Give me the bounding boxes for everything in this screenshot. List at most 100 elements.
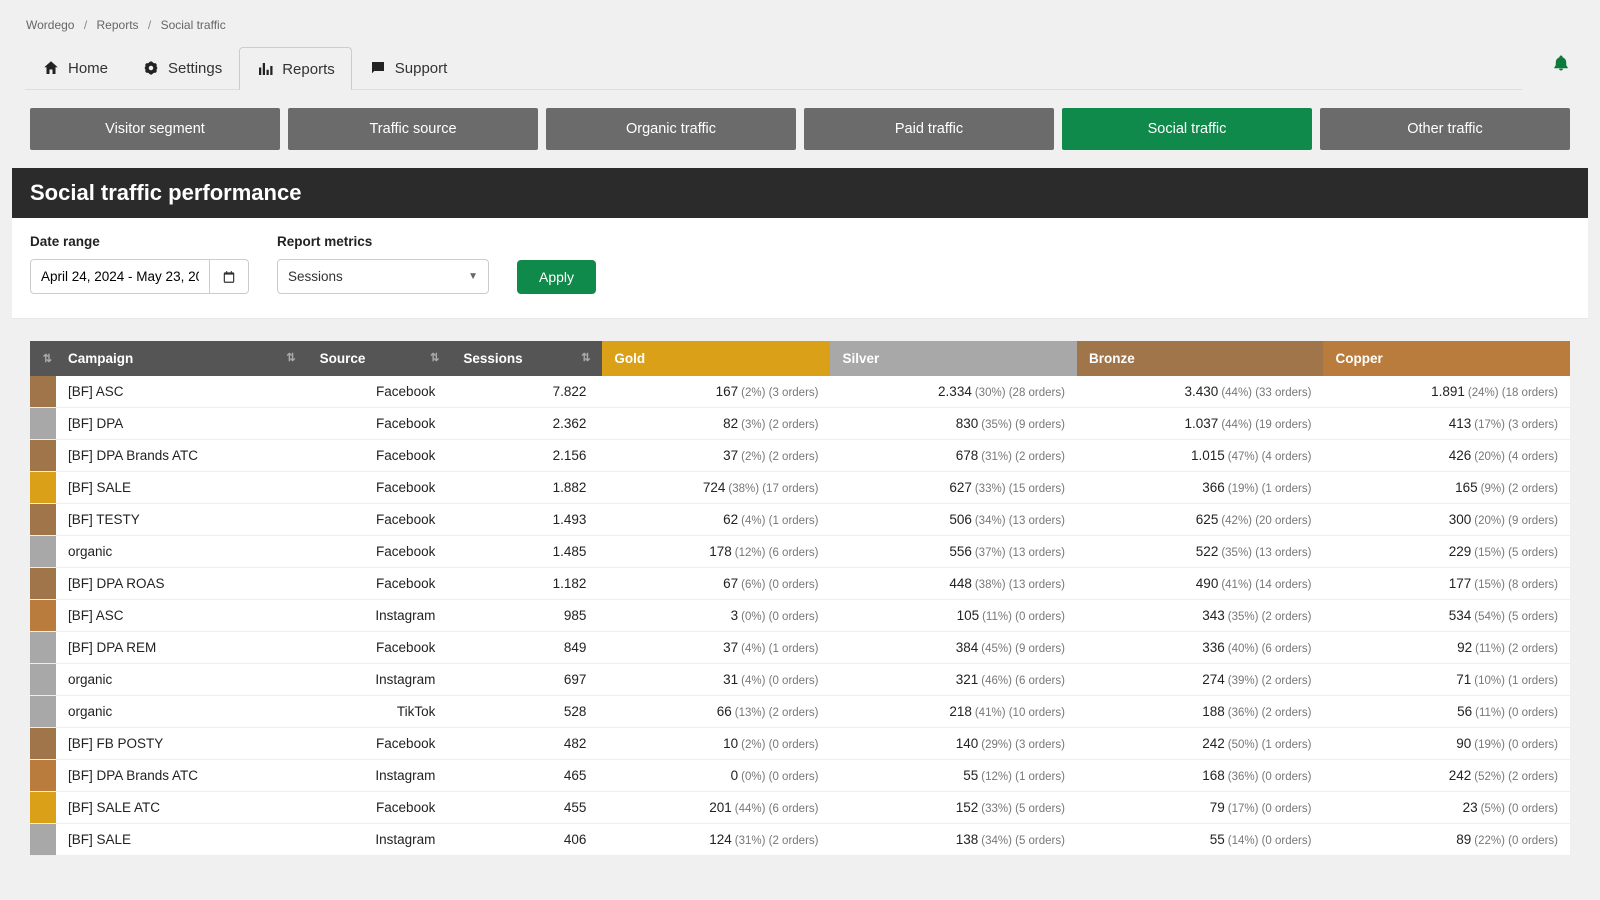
col-copper[interactable]: Copper (1323, 341, 1570, 376)
subtab-other-traffic[interactable]: Other traffic (1320, 108, 1570, 150)
cell-bronze: 242(50%) (1 orders) (1077, 728, 1323, 760)
cell-gold: 66(13%) (2 orders) (602, 696, 830, 728)
cell-bronze: 522(35%) (13 orders) (1077, 536, 1323, 568)
cell-silver: 138(34%) (5 orders) (830, 824, 1076, 856)
table-row: [BF] ASCInstagram9853(0%) (0 orders)105(… (30, 600, 1570, 632)
cell-source: Instagram (308, 664, 452, 696)
cell-sessions: 528 (451, 696, 602, 728)
cell-source: Facebook (308, 472, 452, 504)
col-sessions[interactable]: Sessions⇅ (451, 341, 602, 376)
cell-silver: 506(34%) (13 orders) (830, 504, 1076, 536)
col-source[interactable]: Source⇅ (308, 341, 452, 376)
cell-copper: 71(10%) (1 orders) (1323, 664, 1570, 696)
settings-icon (142, 59, 160, 77)
sort-icon: ⇅ (43, 352, 52, 365)
row-swatch (30, 632, 56, 664)
row-swatch (30, 568, 56, 600)
cell-sessions: 1.882 (451, 472, 602, 504)
cell-silver: 627(33%) (15 orders) (830, 472, 1076, 504)
col-campaign[interactable]: Campaign⇅ (56, 341, 308, 376)
apply-button[interactable]: Apply (517, 260, 596, 294)
row-swatch (30, 792, 56, 824)
cell-gold: 10(2%) (0 orders) (602, 728, 830, 760)
cell-gold: 0(0%) (0 orders) (602, 760, 830, 792)
subtab-organic-traffic[interactable]: Organic traffic (546, 108, 796, 150)
cell-campaign: organic (56, 536, 308, 568)
tab-settings[interactable]: Settings (125, 46, 239, 89)
cell-gold: 62(4%) (1 orders) (602, 504, 830, 536)
table-row: [BF] SALEInstagram406124(31%) (2 orders)… (30, 824, 1570, 856)
subtab-paid-traffic[interactable]: Paid traffic (804, 108, 1054, 150)
cell-sessions: 2.362 (451, 408, 602, 440)
sort-icon: ⇅ (286, 351, 295, 364)
cell-bronze: 274(39%) (2 orders) (1077, 664, 1323, 696)
row-swatch (30, 376, 56, 408)
subtab-visitor-segment[interactable]: Visitor segment (30, 108, 280, 150)
cell-bronze: 3.430(44%) (33 orders) (1077, 376, 1323, 408)
cell-gold: 37(4%) (1 orders) (602, 632, 830, 664)
cell-campaign: [BF] DPA Brands ATC (56, 440, 308, 472)
tab-label: Reports (282, 61, 335, 78)
cell-copper: 23(5%) (0 orders) (1323, 792, 1570, 824)
cell-campaign: [BF] DPA ROAS (56, 568, 308, 600)
cell-campaign: organic (56, 696, 308, 728)
cell-silver: 830(35%) (9 orders) (830, 408, 1076, 440)
cell-silver: 55(12%) (1 orders) (830, 760, 1076, 792)
cell-bronze: 625(42%) (20 orders) (1077, 504, 1323, 536)
cell-sessions: 406 (451, 824, 602, 856)
row-swatch (30, 504, 56, 536)
cell-bronze: 55(14%) (0 orders) (1077, 824, 1323, 856)
tab-label: Support (395, 60, 448, 77)
row-swatch (30, 472, 56, 504)
subtab-social-traffic[interactable]: Social traffic (1062, 108, 1312, 150)
breadcrumb-link[interactable]: Wordego (26, 18, 74, 32)
cell-copper: 413(17%) (3 orders) (1323, 408, 1570, 440)
breadcrumb-link[interactable]: Reports (97, 18, 139, 32)
cell-gold: 31(4%) (0 orders) (602, 664, 830, 696)
row-swatch (30, 760, 56, 792)
bell-icon[interactable] (1552, 54, 1570, 72)
table-row: [BF] DPA Brands ATCFacebook2.15637(2%) (… (30, 440, 1570, 472)
cell-gold: 37(2%) (2 orders) (602, 440, 830, 472)
date-picker-button[interactable] (210, 259, 249, 294)
cell-copper: 177(15%) (8 orders) (1323, 568, 1570, 600)
cell-copper: 165(9%) (2 orders) (1323, 472, 1570, 504)
cell-bronze: 336(40%) (6 orders) (1077, 632, 1323, 664)
cell-source: Facebook (308, 440, 452, 472)
cell-campaign: organic (56, 664, 308, 696)
cell-copper: 242(52%) (2 orders) (1323, 760, 1570, 792)
table-row: [BF] FB POSTYFacebook48210(2%) (0 orders… (30, 728, 1570, 760)
row-swatch (30, 824, 56, 856)
cell-copper: 90(19%) (0 orders) (1323, 728, 1570, 760)
main-tabs: HomeSettings Reports Support (25, 46, 1522, 90)
col-swatch[interactable]: ⇅ (30, 341, 56, 376)
cell-source: Facebook (308, 728, 452, 760)
cell-campaign: [BF] DPA Brands ATC (56, 760, 308, 792)
cell-silver: 152(33%) (5 orders) (830, 792, 1076, 824)
cell-campaign: [BF] TESTY (56, 504, 308, 536)
cell-sessions: 482 (451, 728, 602, 760)
cell-sessions: 465 (451, 760, 602, 792)
tab-reports[interactable]: Reports (239, 47, 352, 90)
chevron-down-icon: ▼ (468, 271, 478, 282)
cell-sessions: 1.182 (451, 568, 602, 600)
subtab-traffic-source[interactable]: Traffic source (288, 108, 538, 150)
col-silver[interactable]: Silver (830, 341, 1076, 376)
table-row: [BF] DPA Brands ATCInstagram4650(0%) (0 … (30, 760, 1570, 792)
sub-tabs: Visitor segmentTraffic sourceOrganic tra… (0, 90, 1600, 168)
tab-home[interactable]: Home (25, 46, 125, 89)
tab-support[interactable]: Support (352, 46, 465, 89)
row-swatch (30, 600, 56, 632)
table-row: organicInstagram69731(4%) (0 orders)321(… (30, 664, 1570, 696)
table-row: [BF] DPA REMFacebook84937(4%) (1 orders)… (30, 632, 1570, 664)
cell-campaign: [BF] FB POSTY (56, 728, 308, 760)
report-metrics-select[interactable]: Sessions ▼ (277, 259, 489, 294)
col-gold[interactable]: Gold (602, 341, 830, 376)
col-bronze[interactable]: Bronze (1077, 341, 1323, 376)
cell-sessions: 7.822 (451, 376, 602, 408)
table-row: [BF] TESTYFacebook1.49362(4%) (1 orders)… (30, 504, 1570, 536)
cell-sessions: 455 (451, 792, 602, 824)
cell-bronze: 366(19%) (1 orders) (1077, 472, 1323, 504)
cell-silver: 321(46%) (6 orders) (830, 664, 1076, 696)
date-range-input[interactable] (30, 259, 210, 294)
